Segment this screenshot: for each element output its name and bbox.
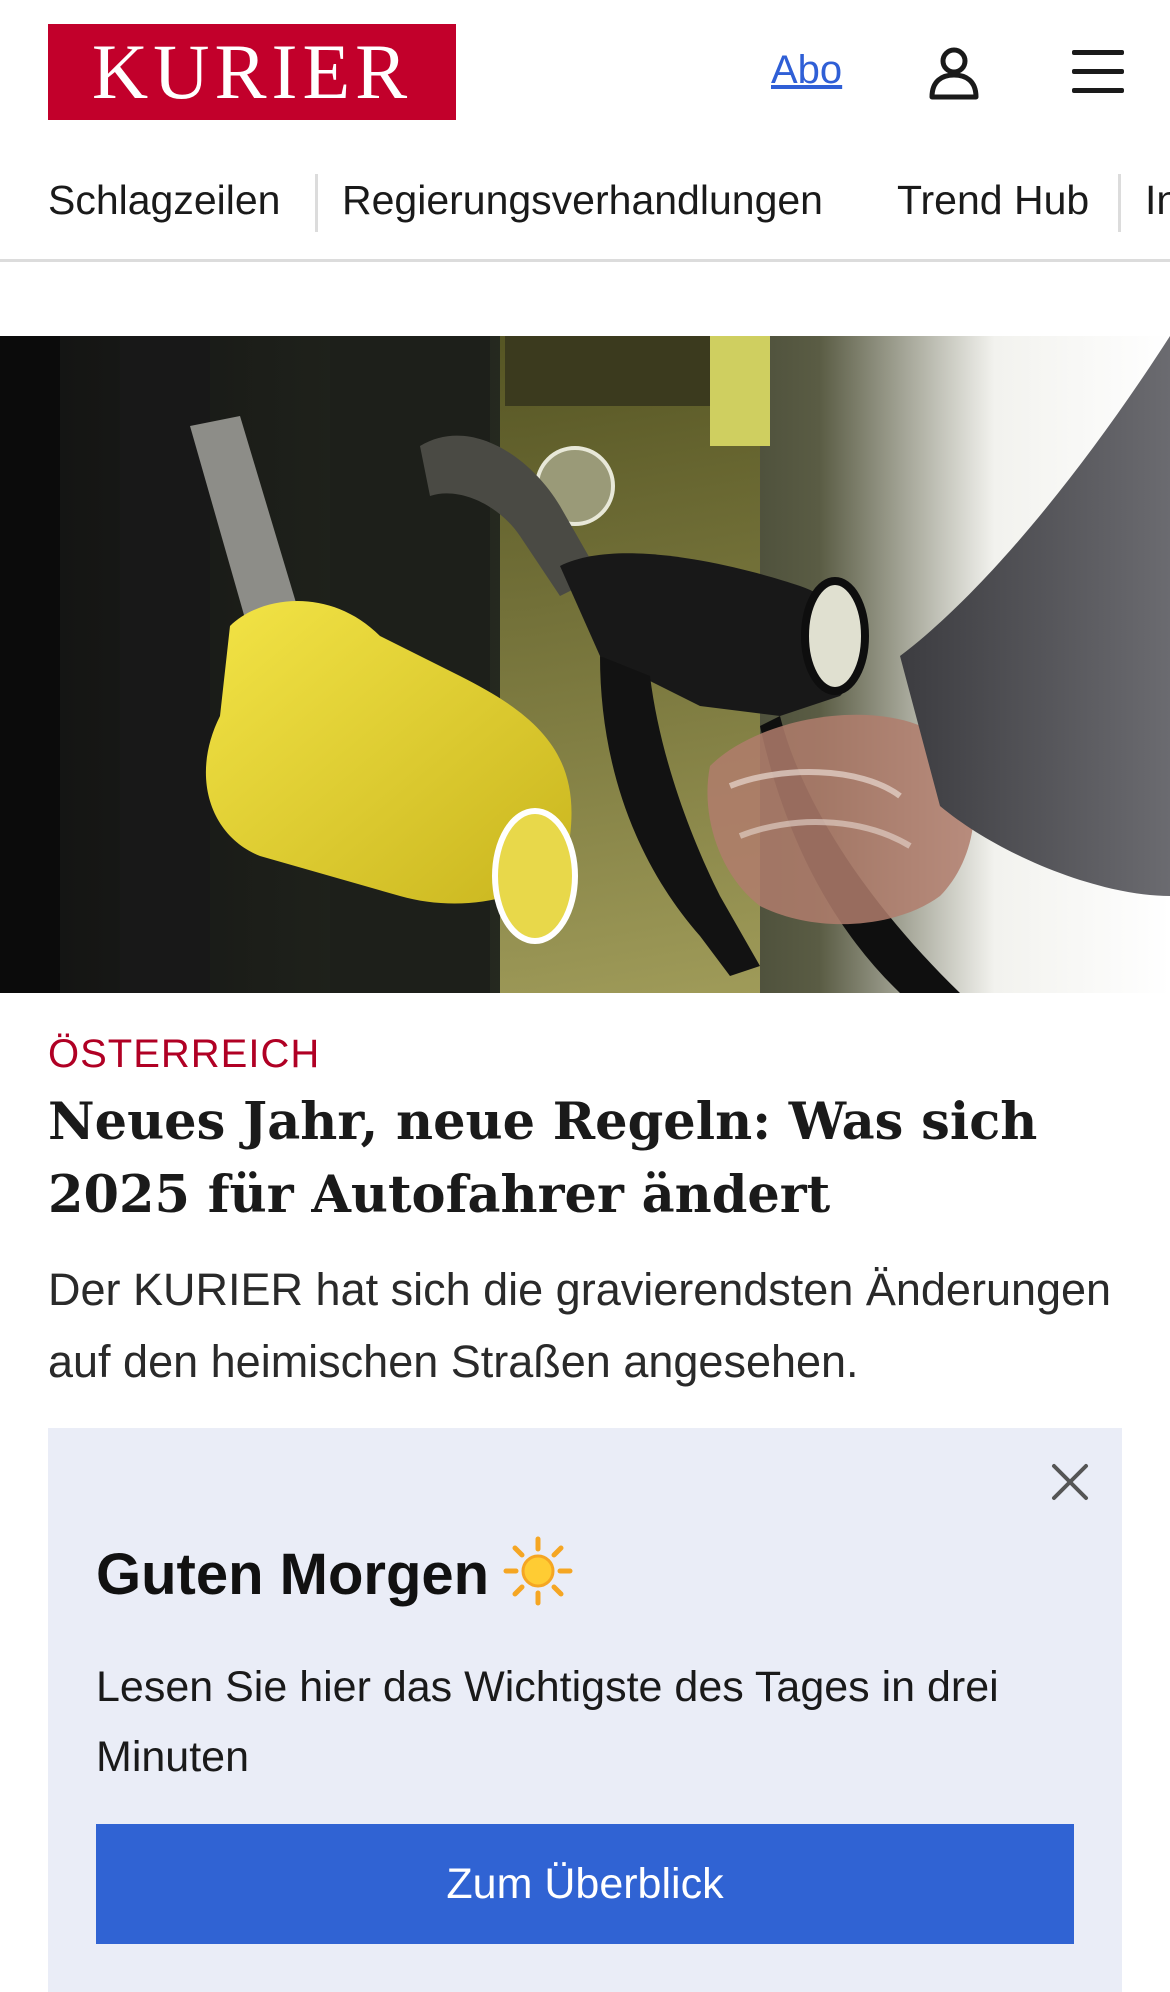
article-kicker[interactable]: ÖSTERREICH <box>48 1032 320 1077</box>
popup-description: Lesen Sie hier das Wichtigste des Tages … <box>96 1663 999 1781</box>
article-headline[interactable]: Neues Jahr, neue Regeln: Was sich 2025 f… <box>48 1086 1128 1232</box>
article-teaser[interactable]: Der KURIER hat sich die gravierendsten Ä… <box>48 1254 1128 1432</box>
user-icon[interactable] <box>926 44 982 100</box>
nav-item-schlagzeilen[interactable]: Schlagzeilen <box>48 180 281 221</box>
nav-item-partial[interactable]: In <box>1145 180 1170 221</box>
logo-text: KURIER <box>91 28 413 115</box>
abo-link[interactable]: Abo <box>771 48 842 93</box>
popup-title-text: Guten Morgen <box>96 1542 490 1607</box>
nav-divider <box>1118 174 1121 232</box>
kurier-logo[interactable]: KURIER <box>48 24 456 120</box>
article-hero-image[interactable] <box>0 336 1170 993</box>
overview-button[interactable]: Zum Überblick <box>96 1824 1074 1944</box>
close-icon[interactable] <box>1048 1460 1092 1504</box>
nav-divider <box>315 174 318 232</box>
sun-icon <box>503 1536 573 1606</box>
hamburger-menu-icon[interactable] <box>1070 46 1126 98</box>
nav-item-regierungsverhandlungen[interactable]: Regierungsverhandlungen <box>342 180 823 221</box>
site-header: KURIER Abo <box>0 0 1170 145</box>
nav-item-trend-hub[interactable]: Trend Hub <box>897 180 1089 221</box>
fuel-pump-nozzles-photo <box>0 336 1170 993</box>
popup-title: Guten Morgen <box>96 1536 573 1608</box>
section-nav: Schlagzeilen Regierungsverhandlungen Tre… <box>0 160 1170 262</box>
